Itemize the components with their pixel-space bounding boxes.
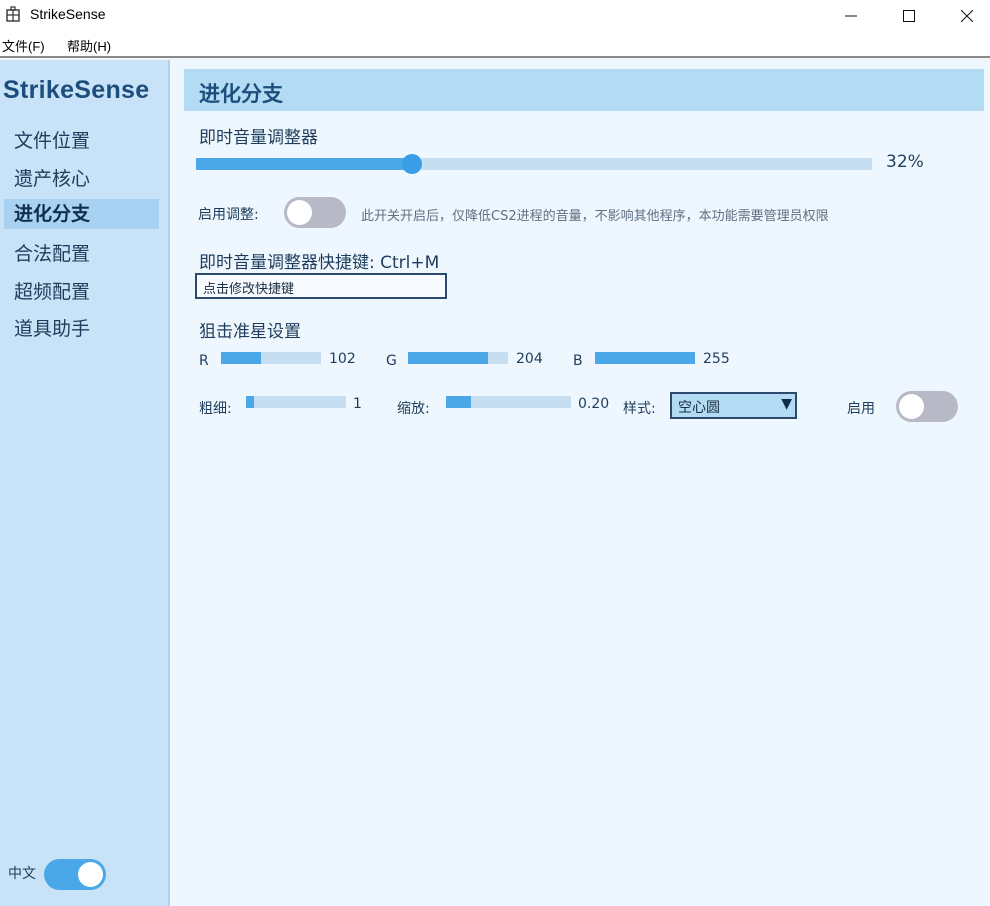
title-bar: StrikeSense [0, 0, 990, 32]
toggle-knob [287, 200, 312, 225]
sidebar-item-evolution-branch[interactable]: 进化分支 [4, 199, 159, 229]
sidebar-item-legal-config[interactable]: 合法配置 [4, 239, 159, 269]
g-slider-fill [408, 352, 488, 364]
g-slider[interactable] [408, 352, 508, 364]
menu-file[interactable]: 文件(F) [2, 36, 45, 55]
scale-label: 缩放: [397, 401, 430, 417]
b-label: B [573, 353, 583, 369]
sidebar-item-legacy-core[interactable]: 遗产核心 [4, 164, 159, 194]
style-select[interactable]: 空心圆 ▼ [670, 392, 797, 419]
crosshair-settings-label: 狙击准星设置 [199, 322, 301, 342]
language-toggle[interactable] [44, 859, 106, 890]
volume-adjuster-label: 即时音量调整器 [199, 128, 318, 148]
language-label: 中文 [8, 866, 36, 882]
volume-slider[interactable] [196, 154, 872, 174]
b-slider-fill [595, 352, 695, 364]
sidebar-item-item-assistant[interactable]: 道具助手 [4, 314, 159, 344]
menu-bar: 文件(F) 帮助(H) [0, 32, 990, 58]
close-icon [961, 10, 973, 22]
r-label: R [199, 353, 209, 369]
sidebar-item-file-location[interactable]: 文件位置 [4, 126, 159, 156]
building-icon [6, 6, 20, 22]
b-value: 255 [703, 351, 730, 367]
hotkey-label: 即时音量调整器快捷键: Ctrl+M [199, 253, 440, 273]
brand-title: StrikeSense [3, 76, 150, 104]
crosshair-enable-toggle[interactable] [896, 391, 958, 422]
volume-slider-fill [196, 158, 413, 170]
crosshair-enable-label: 启用 [847, 401, 875, 417]
menu-help[interactable]: 帮助(H) [67, 36, 111, 55]
scale-slider-fill [446, 396, 471, 408]
maximize-icon [903, 10, 915, 22]
section-header: 进化分支 [184, 69, 984, 111]
minimize-icon [845, 15, 857, 17]
toggle-knob [899, 394, 924, 419]
window-title: StrikeSense [30, 6, 106, 22]
thickness-value: 1 [353, 396, 362, 412]
enable-adjust-toggle[interactable] [284, 197, 346, 228]
thickness-slider-fill [246, 396, 254, 408]
toggle-knob [78, 862, 103, 887]
main-panel: 进化分支 即时音量调整器 32% 启用调整: 此开关开启后，仅降低CS2进程的音… [172, 60, 990, 906]
minimize-button[interactable] [822, 0, 880, 32]
scale-slider[interactable] [446, 396, 571, 408]
sidebar: StrikeSense 文件位置 遗产核心 进化分支 合法配置 超频配置 道具助… [0, 60, 170, 906]
b-slider[interactable] [595, 352, 695, 364]
thickness-slider[interactable] [246, 396, 346, 408]
volume-value: 32% [886, 152, 924, 172]
maximize-button[interactable] [880, 0, 938, 32]
g-value: 204 [516, 351, 543, 367]
change-hotkey-button[interactable]: 点击修改快捷键 [195, 273, 447, 299]
enable-adjust-label: 启用调整: [198, 207, 259, 223]
r-value: 102 [329, 351, 356, 367]
close-button[interactable] [938, 0, 990, 32]
sidebar-item-overclock-config[interactable]: 超频配置 [4, 277, 159, 307]
g-label: G [386, 353, 397, 369]
volume-hint-text: 此开关开启后，仅降低CS2进程的音量，不影响其他程序，本功能需要管理员权限 [361, 209, 829, 224]
volume-slider-thumb[interactable] [402, 154, 423, 174]
style-label: 样式: [623, 401, 656, 417]
style-select-value: 空心圆 [678, 400, 720, 416]
chevron-down-icon: ▼ [781, 396, 792, 412]
section-title: 进化分支 [199, 82, 283, 106]
scale-value: 0.20 [578, 396, 610, 412]
r-slider[interactable] [221, 352, 321, 364]
thickness-label: 粗细: [199, 401, 232, 417]
r-slider-fill [221, 352, 261, 364]
